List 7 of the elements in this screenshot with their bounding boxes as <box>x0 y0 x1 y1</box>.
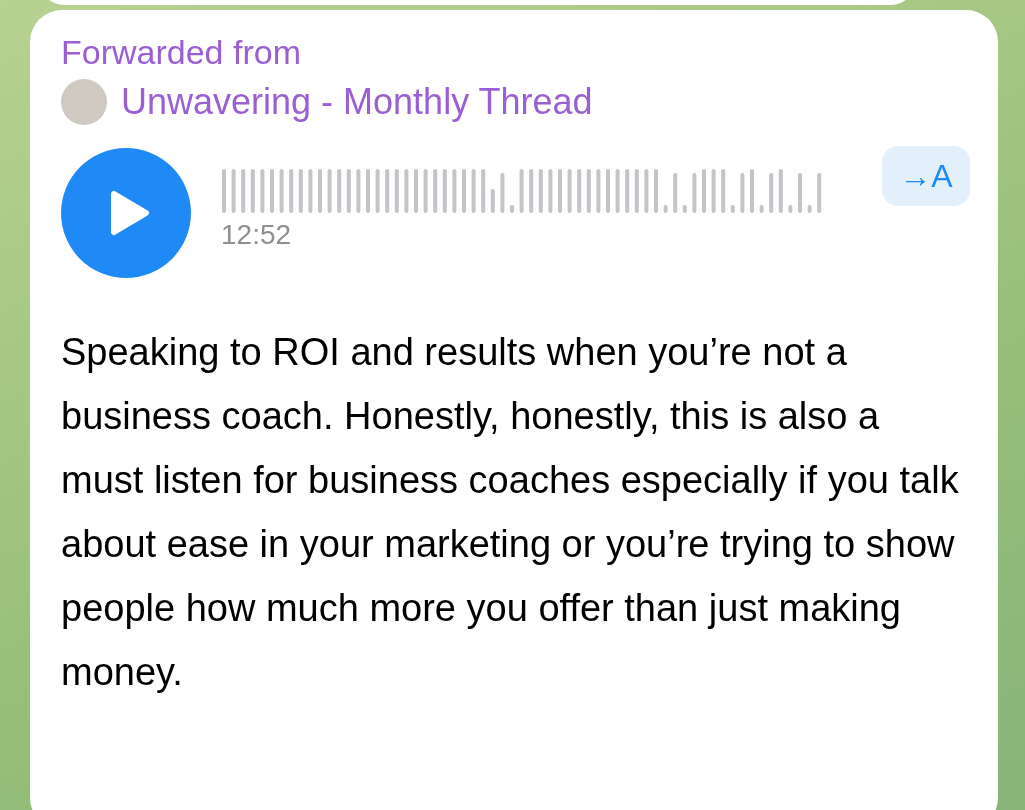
voice-duration: 12:52 <box>221 218 293 252</box>
forwarded-label: Forwarded from <box>61 32 302 73</box>
transcribe-button[interactable]: →A <box>882 146 970 206</box>
avatar <box>61 79 107 125</box>
play-icon <box>110 190 150 236</box>
source-channel-link[interactable]: Unwavering - Monthly Thread <box>121 78 593 126</box>
message-text: Speaking to ROI and results when you’re not a business coach. Honestly, honestly, this is also a must listen for business coaches especially if you talk about ease in your marketing or you’re trying to show people how much more you offer than just making money. <box>61 330 960 695</box>
